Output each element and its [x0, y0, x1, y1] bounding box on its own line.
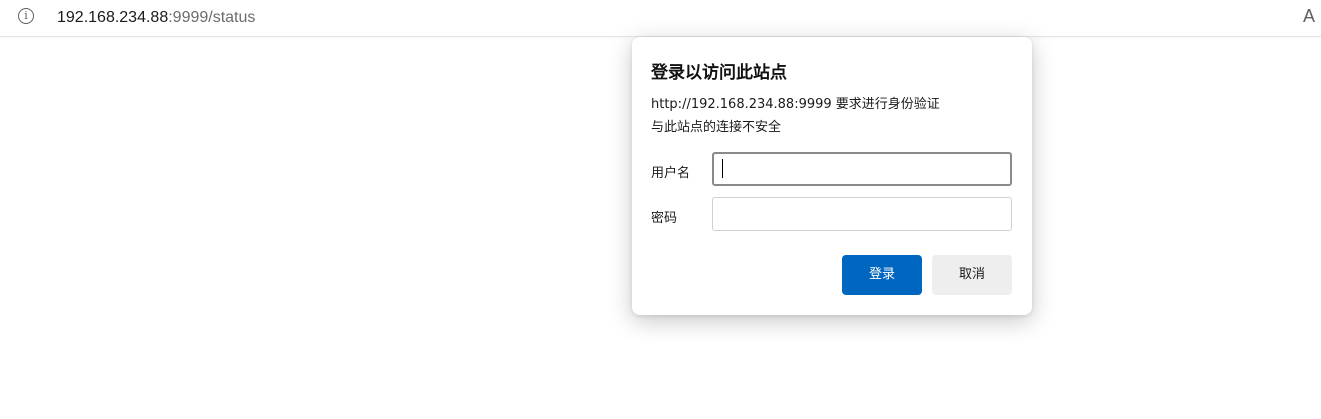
read-aloud-icon[interactable]: A [1303, 6, 1321, 28]
url-path: :9999/status [168, 9, 256, 26]
login-button[interactable]: 登录 [842, 255, 922, 295]
username-field[interactable] [712, 152, 1012, 186]
dialog-message-insecure: 与此站点的连接不安全 [651, 120, 782, 135]
url-field[interactable]: 192.168.234.88:9999/status [57, 8, 255, 28]
text-caret [722, 159, 723, 178]
dialog-title: 登录以访问此站点 [651, 63, 787, 83]
password-field[interactable] [712, 197, 1012, 231]
cancel-button[interactable]: 取消 [932, 255, 1012, 295]
url-host: 192.168.234.88 [57, 9, 169, 26]
address-bar: i 192.168.234.88:9999/status A [0, 0, 1321, 37]
dialog-message-auth: http://192.168.234.88:9999 要求进行身份验证 [651, 97, 940, 112]
username-label: 用户名 [651, 166, 691, 181]
password-label: 密码 [651, 211, 678, 226]
info-icon[interactable]: i [18, 8, 34, 24]
auth-dialog: 登录以访问此站点 http://192.168.234.88:9999 要求进行… [632, 37, 1032, 315]
